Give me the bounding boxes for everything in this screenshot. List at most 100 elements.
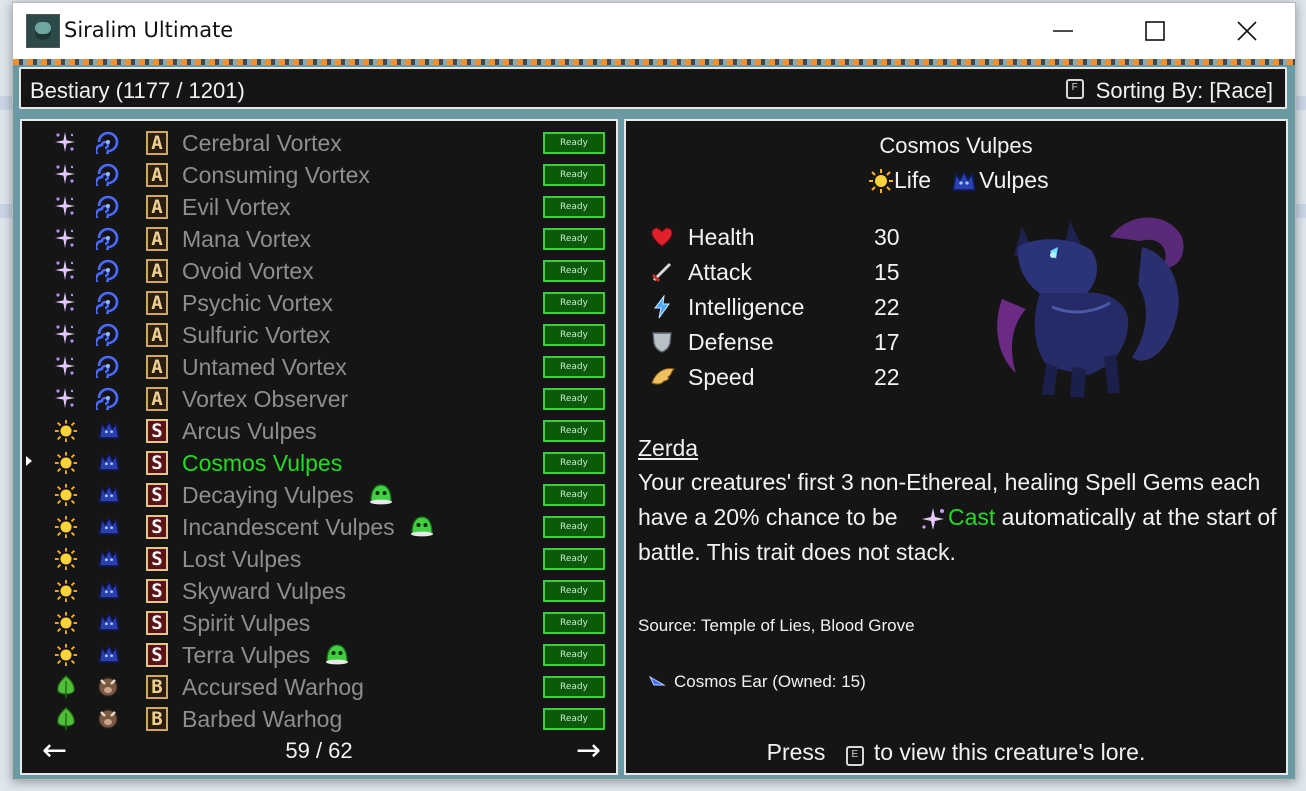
ready-badge: Ready [543, 484, 605, 506]
title-bar[interactable]: Siralim Ultimate [13, 3, 1295, 59]
rank-icon: A [146, 227, 168, 251]
race-icon [96, 674, 120, 698]
rank-icon: S [146, 419, 168, 443]
material-item: Cosmos Ear (Owned: 15) [674, 672, 866, 691]
ready-badge: Ready [543, 356, 605, 378]
list-item[interactable]: S Skyward Vulpes Ready [22, 573, 616, 605]
trait-description: Your creatures' first 3 non-Ethereal, he… [638, 465, 1278, 570]
maximize-button[interactable] [1109, 3, 1201, 59]
ready-badge: Ready [543, 644, 605, 666]
creature-name-label: Psychic Vortex [182, 290, 333, 316]
press-suffix: to view this creature's lore. [873, 739, 1146, 765]
race-icon [96, 546, 120, 570]
stat-value: 17 [874, 329, 900, 355]
right-arrow-icon[interactable]: → [576, 736, 601, 766]
list-item[interactable]: A Cerebral Vortex Ready [22, 125, 616, 159]
e-key-icon[interactable]: E [845, 746, 864, 766]
rank-icon: S [146, 611, 168, 635]
list-item[interactable]: A Sulfuric Vortex Ready [22, 317, 616, 351]
rank-icon: S [146, 515, 168, 539]
minimize-button[interactable] [1017, 3, 1109, 59]
class-label: Life [894, 167, 932, 193]
stat-row: Defense 17 [650, 326, 910, 361]
lore-hint: Press Eto view this creature's lore. [626, 739, 1286, 769]
rank-icon: A [146, 387, 168, 411]
f-key-icon: F [1065, 79, 1084, 99]
app-window: Siralim Ultimate Bestiary (1177 / 1201) … [12, 2, 1296, 780]
list-item[interactable]: A Mana Vortex Ready [22, 221, 616, 255]
race-icon [96, 578, 120, 602]
heart-icon [650, 225, 674, 249]
list-item[interactable]: S Arcus Vulpes Ready [22, 413, 616, 445]
cosmos-ear-icon [648, 675, 666, 686]
race-icon [94, 258, 120, 287]
list-item[interactable]: S Lost Vulpes Ready [22, 541, 616, 573]
ready-badge: Ready [543, 324, 605, 346]
shield-icon [650, 330, 674, 354]
rank-icon: A [146, 323, 168, 347]
list-item[interactable]: B Accursed Warhog Ready [22, 669, 616, 701]
stat-label: Attack [688, 259, 752, 285]
creature-name-label: Incandescent Vulpes [182, 514, 395, 540]
list-item[interactable]: A Ovoid Vortex Ready [22, 253, 616, 287]
selection-cursor-icon [26, 456, 32, 466]
sword-icon [650, 260, 674, 284]
creature-name-label: Evil Vortex [182, 194, 291, 220]
slime-icon [324, 641, 350, 665]
ready-badge: Ready [543, 388, 605, 410]
stat-row: Attack 15 [650, 256, 910, 291]
sort-control[interactable]: F Sorting By: [Race] [1065, 78, 1273, 104]
cast-keyword: Cast [947, 504, 996, 530]
creature-name-label: Mana Vortex [182, 226, 312, 252]
rank-icon: S [146, 643, 168, 667]
class-icon [54, 131, 76, 153]
class-icon [54, 675, 76, 698]
class-icon [54, 547, 78, 571]
creature-name-label: Lost Vulpes [182, 546, 302, 572]
race-icon [94, 290, 120, 319]
list-item[interactable]: B Barbed Warhog Ready [22, 701, 616, 733]
maximize-icon [1145, 21, 1165, 41]
close-icon [1237, 21, 1257, 41]
ready-badge: Ready [543, 292, 605, 314]
list-item[interactable]: A Consuming Vortex Ready [22, 157, 616, 191]
rank-icon: A [146, 163, 168, 187]
lightning-icon [650, 294, 674, 319]
list-item[interactable]: A Psychic Vortex Ready [22, 285, 616, 319]
bestiary-title: Bestiary (1177 / 1201) [30, 78, 245, 103]
ready-badge: Ready [543, 580, 605, 602]
class-icon [54, 195, 76, 217]
sparkle-icon [921, 507, 944, 530]
decorative-border [13, 59, 1295, 65]
creature-name-label: Terra Vulpes [182, 642, 311, 668]
creature-name-label: Ovoid Vortex [182, 258, 314, 284]
list-item[interactable]: A Evil Vortex Ready [22, 189, 616, 223]
ready-badge: Ready [543, 420, 605, 442]
list-item[interactable]: S Terra Vulpes Ready [22, 637, 616, 669]
creature-name-label: Skyward Vulpes [182, 578, 347, 604]
race-icon [96, 706, 120, 730]
ready-badge: Ready [543, 228, 605, 250]
list-item[interactable]: S Cosmos Vulpes Ready [22, 445, 616, 477]
race-icon [94, 354, 120, 383]
class-icon [54, 515, 78, 539]
ready-badge: Ready [543, 548, 605, 570]
rank-icon: A [146, 259, 168, 283]
rank-icon: S [146, 547, 168, 571]
rank-icon: S [146, 483, 168, 507]
stat-label: Intelligence [688, 294, 805, 320]
list-item[interactable]: S Spirit Vulpes Ready [22, 605, 616, 637]
stat-label: Health [688, 224, 755, 250]
list-item[interactable]: S Incandescent Vulpes Ready [22, 509, 616, 541]
list-item[interactable]: A Vortex Observer Ready [22, 381, 616, 415]
class-icon [54, 163, 76, 185]
race-icon [94, 322, 120, 351]
race-icon [96, 482, 120, 506]
list-item[interactable]: S Decaying Vulpes Ready [22, 477, 616, 509]
list-item[interactable]: A Untamed Vortex Ready [22, 349, 616, 383]
ready-badge: Ready [543, 164, 605, 186]
creature-name-label: Cosmos Vulpes [182, 450, 343, 476]
creature-name-label: Sulfuric Vortex [182, 322, 331, 348]
close-button[interactable] [1201, 3, 1293, 59]
ready-badge: Ready [543, 196, 605, 218]
